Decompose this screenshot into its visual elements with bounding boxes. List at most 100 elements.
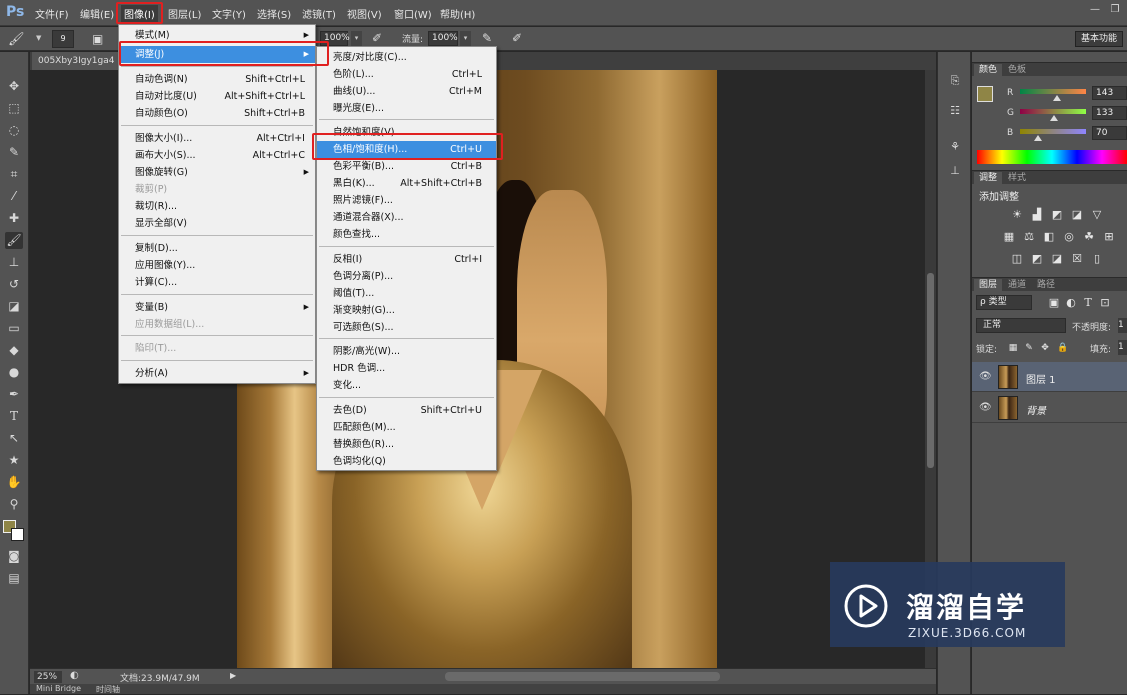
- adjust-menu-item[interactable]: 亮度/对比度(C)...: [317, 49, 496, 66]
- move-tool-icon[interactable]: ✥: [5, 78, 23, 95]
- b-slider-track[interactable]: [1020, 129, 1086, 134]
- brush-panel-icon[interactable]: ▣: [92, 32, 103, 46]
- menu-select[interactable]: 选择(S): [257, 6, 291, 21]
- image-menu-item[interactable]: 自动色调(N) Shift+Ctrl+L: [119, 71, 315, 88]
- tab-timeline[interactable]: 时间轴: [96, 684, 120, 695]
- brightness-adjust-icon[interactable]: ☀: [1010, 209, 1024, 221]
- filter-type-icon[interactable]: T: [1081, 297, 1095, 309]
- color-foreground-swatch[interactable]: [977, 86, 993, 102]
- menu-layer[interactable]: 图层(L): [168, 6, 201, 21]
- scrollbar-thumb[interactable]: [927, 273, 934, 468]
- gradient-map-adjust-icon[interactable]: ▯: [1090, 253, 1104, 265]
- airbrush-icon[interactable]: ✎: [482, 31, 492, 45]
- layer-fill-input[interactable]: 1: [1118, 340, 1127, 355]
- adjust-menu-item[interactable]: 反相(I) Ctrl+I: [317, 251, 496, 268]
- screen-mode-icon[interactable]: ▤: [5, 570, 23, 587]
- menu-type[interactable]: 文字(Y): [212, 6, 246, 21]
- dodge-tool-icon[interactable]: ●: [5, 364, 23, 381]
- lasso-tool-icon[interactable]: ◌: [5, 122, 23, 139]
- pressure-size-icon[interactable]: ✐: [512, 31, 522, 45]
- adjust-menu-item[interactable]: 阈值(T)...: [317, 285, 496, 302]
- adjust-menu-item[interactable]: 阴影/高光(W)...: [317, 343, 496, 360]
- hand-tool-icon[interactable]: ✋: [5, 474, 23, 491]
- adjust-menu-item[interactable]: 可选颜色(S)...: [317, 319, 496, 336]
- image-menu-item[interactable]: 裁切(R)...: [119, 198, 315, 215]
- zoom-level[interactable]: 25%: [34, 671, 62, 683]
- tab-swatches[interactable]: 色板: [1003, 64, 1031, 77]
- vibrance-adjust-icon[interactable]: ▽: [1090, 209, 1104, 221]
- quick-mask-icon[interactable]: ◙: [5, 548, 23, 565]
- channel-mixer-adjust-icon[interactable]: ☘: [1082, 231, 1096, 243]
- color-balance-adjust-icon[interactable]: ⚖: [1022, 231, 1036, 243]
- adjust-menu-item[interactable]: 色调分离(P)...: [317, 268, 496, 285]
- layer-opacity-input[interactable]: 1: [1118, 318, 1127, 333]
- chevron-down-icon[interactable]: ▼: [36, 34, 41, 42]
- image-menu-item[interactable]: 图像大小(I)... Alt+Ctrl+I: [119, 130, 315, 147]
- hue-saturation-adjust-icon[interactable]: ▦: [1002, 231, 1016, 243]
- curves-adjust-icon[interactable]: ◩: [1050, 209, 1064, 221]
- brush-presets-icon[interactable]: ⚘: [946, 140, 964, 156]
- image-menu-item[interactable]: 应用图像(Y)...: [119, 257, 315, 274]
- layer-row[interactable]: 👁 背景: [972, 393, 1127, 423]
- tab-color[interactable]: 颜色: [974, 64, 1003, 77]
- shape-tool-icon[interactable]: ★: [5, 452, 23, 469]
- lock-transparent-icon[interactable]: ▦: [1006, 342, 1020, 354]
- color-spectrum-bar[interactable]: [977, 150, 1127, 164]
- adjust-menu-item[interactable]: 曲线(U)... Ctrl+M: [317, 83, 496, 100]
- tab-adjustments[interactable]: 调整: [974, 172, 1003, 185]
- image-menu-item[interactable]: 计算(C)...: [119, 274, 315, 291]
- image-menu-item[interactable]: 图像旋转(G) ▶: [119, 164, 315, 181]
- filter-pixel-icon[interactable]: ▣: [1047, 297, 1061, 309]
- tab-styles[interactable]: 样式: [1003, 172, 1031, 185]
- threshold-adjust-icon[interactable]: ◪: [1050, 253, 1064, 265]
- blend-mode-select[interactable]: 正常: [976, 318, 1066, 333]
- flow-input[interactable]: 100%: [428, 31, 458, 46]
- menu-filter[interactable]: 滤镜(T): [302, 6, 336, 21]
- adjust-menu-item[interactable]: 变化...: [317, 377, 496, 394]
- tab-paths[interactable]: 路径: [1032, 279, 1060, 292]
- selective-color-adjust-icon[interactable]: ☒: [1070, 253, 1084, 265]
- g-slider-thumb[interactable]: [1050, 115, 1059, 121]
- marquee-tool-icon[interactable]: ⬚: [5, 100, 23, 117]
- adjust-menu-item[interactable]: 色彩平衡(B)... Ctrl+B: [317, 158, 496, 175]
- menu-window[interactable]: 窗口(W): [394, 6, 432, 21]
- properties-panel-icon[interactable]: ☷: [946, 104, 964, 120]
- type-tool-icon[interactable]: T: [5, 408, 23, 425]
- image-menu-item[interactable]: 复制(D)...: [119, 240, 315, 257]
- r-value-input[interactable]: 143: [1092, 86, 1127, 100]
- eyedropper-tool-icon[interactable]: ⁄: [5, 188, 23, 205]
- minimize-button[interactable]: —: [1088, 4, 1102, 16]
- gradient-tool-icon[interactable]: ▭: [5, 320, 23, 337]
- clone-stamp-icon[interactable]: ⊥: [5, 254, 23, 271]
- exposure-adjust-icon[interactable]: ◪: [1070, 209, 1084, 221]
- r-slider-track[interactable]: [1020, 89, 1086, 94]
- status-menu-icon[interactable]: ◐: [70, 670, 79, 681]
- lock-pixels-icon[interactable]: ✎: [1022, 342, 1036, 354]
- r-slider-thumb[interactable]: [1052, 95, 1061, 101]
- flow-dropdown-icon[interactable]: ▾: [460, 31, 471, 46]
- b-slider-thumb[interactable]: [1033, 135, 1042, 141]
- adjust-menu-item[interactable]: HDR 色调...: [317, 360, 496, 377]
- workspace-switcher[interactable]: 基本功能: [1074, 31, 1123, 47]
- lock-all-icon[interactable]: 🔒: [1056, 342, 1070, 354]
- adjust-menu-item[interactable]: 替换颜色(R)...: [317, 436, 496, 453]
- brush-tool-icon[interactable]: 🖌: [5, 232, 23, 249]
- history-panel-icon[interactable]: ⎘: [946, 74, 964, 90]
- crop-tool-icon[interactable]: ⌗: [5, 166, 23, 183]
- lock-position-icon[interactable]: ✥: [1038, 342, 1052, 354]
- image-menu-item[interactable]: 画布大小(S)... Alt+Ctrl+C: [119, 147, 315, 164]
- posterize-adjust-icon[interactable]: ◩: [1030, 253, 1044, 265]
- adjust-menu-item[interactable]: 曝光度(E)...: [317, 100, 496, 117]
- brush-tool-icon[interactable]: 🖌: [8, 32, 25, 47]
- path-select-icon[interactable]: ↖: [5, 430, 23, 447]
- pen-tool-icon[interactable]: ✒: [5, 386, 23, 403]
- menu-help[interactable]: 帮助(H): [440, 6, 475, 21]
- clone-source-icon[interactable]: ⊥: [946, 164, 964, 180]
- adjust-menu-item[interactable]: 匹配颜色(M)...: [317, 419, 496, 436]
- invert-adjust-icon[interactable]: ◫: [1010, 253, 1024, 265]
- filter-adjust-icon[interactable]: ◐: [1064, 297, 1078, 309]
- eye-icon[interactable]: 👁: [979, 371, 992, 382]
- tab-channels[interactable]: 通道: [1003, 279, 1031, 292]
- adjust-menu-item[interactable]: 颜色查找...: [317, 226, 496, 243]
- adjust-menu-item[interactable]: 黑白(K)... Alt+Shift+Ctrl+B: [317, 175, 496, 192]
